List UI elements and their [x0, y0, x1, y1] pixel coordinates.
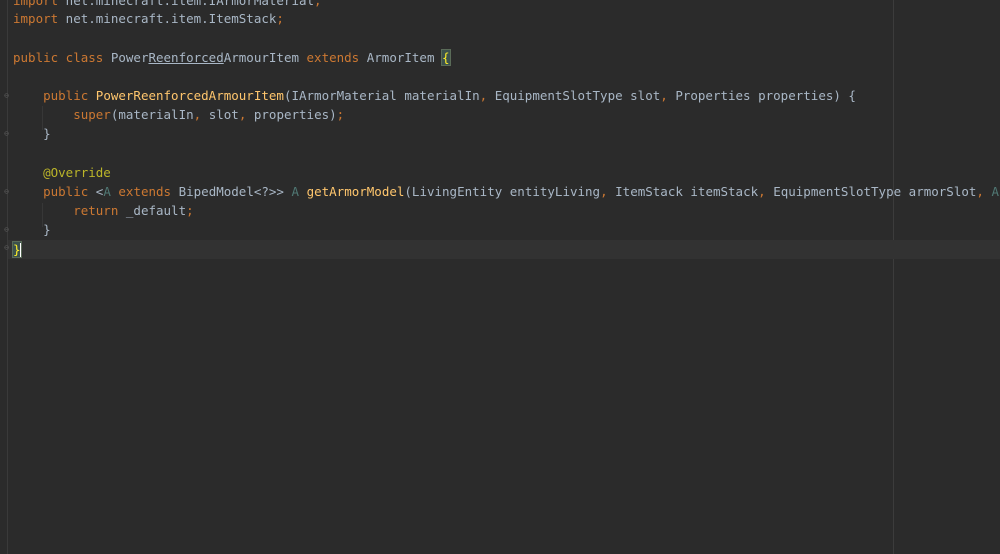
code-token: , [758, 184, 774, 199]
code-line-method-close[interactable]: } [13, 220, 51, 239]
code-token: (IArmorMaterial materialIn [283, 88, 480, 103]
code-token: net.minecraft.item.ItemStack [58, 11, 277, 26]
code-line-override-annotation[interactable]: @Override [13, 163, 111, 182]
fold-marker-icon[interactable]: ⊖ [3, 130, 10, 138]
code-token: super [13, 107, 111, 122]
code-token: , [660, 88, 676, 103]
code-token: , [238, 107, 254, 122]
code-line-import-itemstack[interactable]: import net.minecraft.item.ItemStack; [13, 9, 284, 28]
code-token: Power [103, 50, 149, 65]
code-token: ItemStack itemStack [615, 184, 759, 199]
code-editor[interactable]: ⊖ ⊖ ⊖ ⊖ ⊖ import net.minecraft.item.IArm… [0, 0, 1000, 554]
current-line-highlight [8, 240, 1000, 259]
fold-marker-icon[interactable]: ⊖ [3, 244, 10, 252]
code-token: ArmorItem [359, 50, 443, 65]
code-token: net.minecraft.item.IArmorMaterial [58, 0, 315, 8]
code-token: public [13, 88, 96, 103]
code-token: EquipmentSlotType slot [494, 88, 661, 103]
code-token: @Override [13, 165, 111, 180]
code-token: A [991, 184, 999, 199]
code-token: ArmourItem [223, 50, 307, 65]
code-token: ; [336, 107, 345, 122]
code-line-super-call[interactable]: super(materialIn, slot, properties); [13, 105, 344, 124]
code-token: ; [314, 0, 322, 8]
code-token: (materialIn [110, 107, 194, 122]
text-caret [19, 243, 21, 258]
code-token: (LivingEntity entityLiving [404, 184, 601, 199]
code-token: , [600, 184, 616, 199]
code-token: , [976, 184, 992, 199]
code-line-constructor-close[interactable]: } [13, 124, 51, 143]
editor-gutter[interactable] [0, 0, 8, 554]
code-token: A [291, 184, 307, 199]
code-line-class-declaration[interactable]: public class PowerReenforcedArmourItem e… [13, 48, 451, 67]
fold-marker-icon[interactable]: ⊖ [3, 92, 10, 100]
code-token: extends [118, 184, 172, 199]
code-token: } [13, 222, 51, 237]
code-token: extends [306, 50, 360, 65]
code-token: EquipmentSlotType armorSlot [773, 184, 977, 199]
code-token: import [13, 11, 59, 26]
fold-marker-icon[interactable]: ⊖ [3, 188, 10, 196]
code-token: public [13, 184, 96, 199]
code-line-constructor[interactable]: public PowerReenforcedArmourItem(IArmorM… [13, 86, 856, 105]
fold-marker-icon[interactable]: ⊖ [3, 226, 10, 234]
code-token: A [103, 184, 119, 199]
code-token: ; [186, 203, 194, 218]
code-token: , [193, 107, 209, 122]
code-token: { [441, 49, 451, 66]
code-token: , [479, 88, 495, 103]
code-line-class-close[interactable]: } [12, 240, 22, 259]
code-token: PowerReenforcedArmourItem [95, 88, 284, 103]
code-token: } [13, 126, 51, 141]
code-line-getarmormodel[interactable]: public <A extends BipedModel<?>> A getAr… [13, 182, 1000, 201]
code-token: _default [125, 203, 187, 218]
code-token: getArmorModel [306, 184, 405, 199]
right-margin-guide [893, 0, 894, 554]
code-token: import [13, 0, 59, 8]
code-token: ; [276, 11, 284, 26]
code-token: BipedModel<?>> [171, 184, 292, 199]
code-token: properties) [253, 107, 337, 122]
code-token: return [13, 203, 126, 218]
code-token: Reenforced [148, 50, 224, 65]
code-line-return[interactable]: return _default; [13, 201, 194, 220]
code-token: slot [208, 107, 239, 122]
code-token: Properties properties) { [675, 88, 856, 103]
code-token: public class [13, 50, 104, 65]
